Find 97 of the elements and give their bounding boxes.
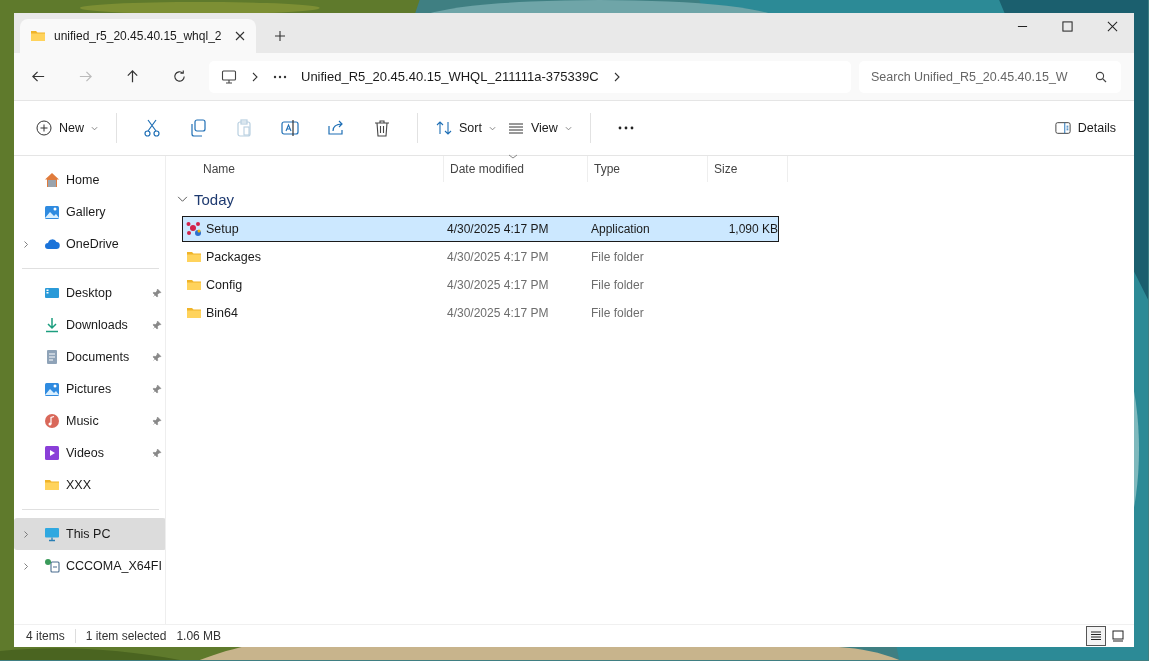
share-icon[interactable] xyxy=(326,118,346,138)
close-icon[interactable] xyxy=(1107,21,1118,32)
details-view-button[interactable] xyxy=(1086,626,1106,646)
folder-icon xyxy=(44,477,60,493)
more-icon[interactable] xyxy=(273,74,287,79)
sidebar-item[interactable]: Home xyxy=(14,164,165,196)
caret-icon xyxy=(91,125,98,131)
sidebar-item[interactable]: XXX xyxy=(14,469,165,501)
document-icon xyxy=(44,349,60,365)
sidebar-item[interactable]: Music xyxy=(14,405,165,437)
column-header[interactable]: Date modified xyxy=(444,156,588,182)
file-row[interactable]: Config 4/30/2025 4:17 PM File folder xyxy=(182,272,779,298)
file-name: Config xyxy=(206,278,243,292)
image-icon xyxy=(44,381,60,397)
column-header[interactable]: Name xyxy=(171,156,444,182)
drive-icon xyxy=(44,558,60,574)
rename-icon[interactable] xyxy=(280,118,300,138)
maximize-icon[interactable] xyxy=(1062,21,1073,32)
folder-icon xyxy=(186,249,202,265)
pin-icon[interactable] xyxy=(151,416,162,426)
folder-tab[interactable]: unified_r5_20.45.40.15_whql_2 xyxy=(20,19,256,53)
sidebar-item[interactable]: Videos xyxy=(14,437,165,469)
date-cell-text: 4/30/2025 4:17 PM xyxy=(446,306,550,320)
type-cell-text: File folder xyxy=(590,250,645,264)
image-icon xyxy=(44,204,60,220)
chevron-down-icon[interactable] xyxy=(177,195,188,203)
scissors-icon[interactable] xyxy=(142,118,162,138)
file-row[interactable]: Bin64 4/30/2025 4:17 PM File folder xyxy=(182,300,779,326)
file-name: Setup xyxy=(206,222,239,236)
type-cell-text: File folder xyxy=(590,306,645,320)
caret-icon xyxy=(488,125,496,131)
tile-icon xyxy=(1112,630,1124,642)
search-field[interactable]: Search Unified_R5_20.45.40.15_W xyxy=(859,60,1121,93)
sidebar-item[interactable]: This PC xyxy=(14,518,165,550)
monitor-icon xyxy=(221,68,237,85)
download-icon xyxy=(44,317,60,333)
chevron-right-icon[interactable] xyxy=(251,71,259,82)
group-heading: Today xyxy=(194,190,235,208)
date-cell-text: 4/30/2025 4:17 PM xyxy=(446,222,550,236)
column-header[interactable]: Size xyxy=(708,156,788,182)
panel-icon xyxy=(1054,120,1071,136)
video-icon xyxy=(44,445,60,461)
address-bar[interactable]: Unified_R5_20.45.40.15_WHQL_211111a-375339C xyxy=(209,60,851,93)
sidebar-item[interactable]: Pictures xyxy=(14,373,165,405)
chevron-right-icon[interactable] xyxy=(612,71,621,82)
desktop-icon xyxy=(44,285,60,301)
file-row[interactable]: Packages 4/30/2025 4:17 PM File folder xyxy=(182,244,779,270)
path-text[interactable]: Unified_R5_20.45.40.15_WHQL_211111a-375339C xyxy=(301,69,599,84)
date-cell-text: 4/30/2025 4:17 PM xyxy=(446,278,550,292)
music-note-icon xyxy=(44,413,60,429)
sidebar-item[interactable]: OneDrive xyxy=(14,228,165,260)
details-button[interactable]: Details xyxy=(1048,114,1122,142)
sidebar-item[interactable]: Downloads xyxy=(14,309,165,341)
pin-icon[interactable] xyxy=(151,320,162,330)
list-icon xyxy=(1090,630,1102,642)
up-arrow-icon[interactable] xyxy=(125,69,140,84)
plus-circle-icon xyxy=(36,120,52,136)
monitor-icon xyxy=(44,526,60,542)
sidebar-item[interactable]: Gallery xyxy=(14,196,165,228)
folder-icon xyxy=(30,28,46,44)
type-cell-text: Application xyxy=(590,222,651,236)
size-cell-text: 1,090 KB xyxy=(727,222,779,236)
lines-icon xyxy=(507,120,524,136)
pin-icon[interactable] xyxy=(151,384,162,394)
file-name: Bin64 xyxy=(206,306,238,320)
new-button[interactable]: New xyxy=(30,114,104,142)
sort-arrows-icon xyxy=(436,120,452,136)
caret-icon xyxy=(564,125,572,131)
selection-count: 1 item selected xyxy=(85,629,167,643)
selection-size: 1.06 MB xyxy=(176,629,222,643)
column-header[interactable]: Type xyxy=(588,156,708,182)
back-arrow-icon[interactable] xyxy=(31,69,46,84)
tab-title: unified_r5_20.45.40.15_whql_2 xyxy=(54,29,223,43)
sidebar-item[interactable]: Documents xyxy=(14,341,165,373)
sidebar-item[interactable]: CCCOMA_X64FI xyxy=(14,550,165,582)
house-icon xyxy=(44,172,60,188)
app-icon xyxy=(186,221,202,237)
new-tab-icon[interactable] xyxy=(274,30,286,42)
refresh-icon[interactable] xyxy=(172,69,187,84)
pin-icon[interactable] xyxy=(151,288,162,298)
item-count: 4 items xyxy=(26,629,65,643)
pin-icon[interactable] xyxy=(151,448,162,458)
file-name: Packages xyxy=(206,250,261,264)
sidebar-item[interactable]: Desktop xyxy=(14,277,165,309)
folder-icon xyxy=(186,277,202,293)
trash-icon[interactable] xyxy=(372,118,392,138)
file-row[interactable]: Setup 4/30/2025 4:17 PM Application 1,090 KB xyxy=(182,216,779,242)
sort-button[interactable]: Sort xyxy=(430,114,502,142)
cloud-icon xyxy=(44,236,60,252)
pin-icon[interactable] xyxy=(151,352,162,362)
view-button[interactable]: View xyxy=(501,114,578,142)
date-cell-text: 4/30/2025 4:17 PM xyxy=(446,250,550,264)
copy-icon[interactable] xyxy=(188,118,208,138)
search-icon xyxy=(1095,70,1107,83)
folder-icon xyxy=(186,305,202,321)
close-icon[interactable] xyxy=(234,30,246,42)
type-cell-text: File folder xyxy=(590,278,645,292)
